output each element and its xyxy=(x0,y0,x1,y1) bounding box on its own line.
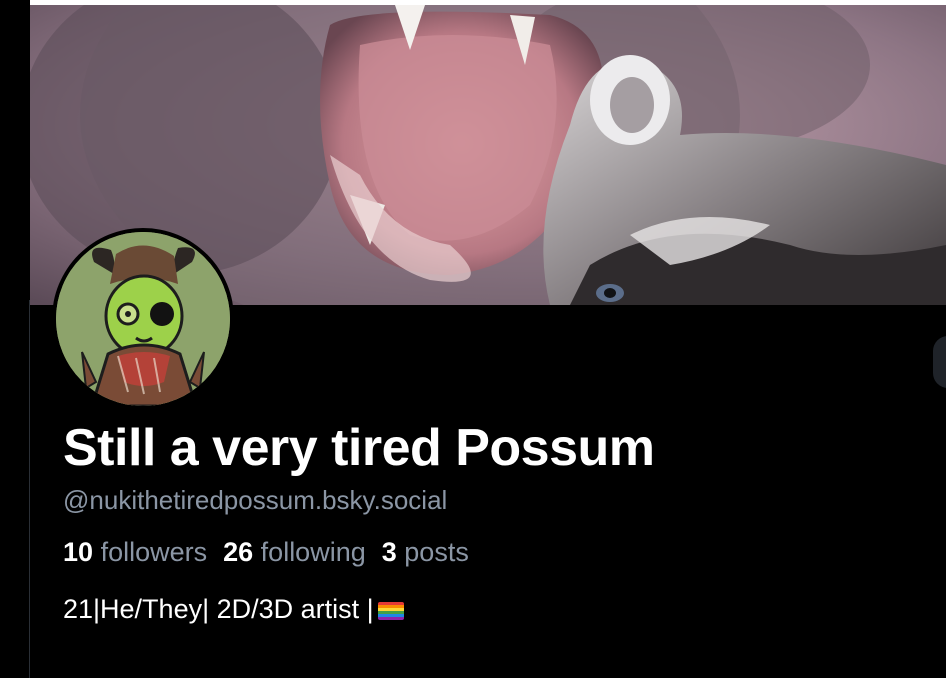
followers-count: 10 xyxy=(63,537,94,567)
posts-stat: 3 posts xyxy=(382,537,469,567)
rainbow-flag-icon xyxy=(377,602,404,620)
posts-label: posts xyxy=(404,537,469,567)
display-name: Still a very tired Possum xyxy=(63,419,655,477)
followers-label: followers xyxy=(100,537,208,567)
bio-text: 21|He/They| 2D/3D artist | xyxy=(63,594,374,624)
posts-count: 3 xyxy=(381,537,397,567)
following-label: following xyxy=(260,537,366,567)
following-count: 26 xyxy=(223,537,254,567)
following-link[interactable]: 26 following xyxy=(223,537,366,567)
followers-link[interactable]: 10 followers xyxy=(63,537,207,567)
left-edge xyxy=(0,0,30,678)
divider xyxy=(29,300,30,678)
profile-stats: 10 followers 26 following 3 posts xyxy=(63,537,469,568)
more-options-button[interactable] xyxy=(933,336,946,388)
profile-bio: 21|He/They| 2D/3D artist | xyxy=(63,594,404,625)
profile-handle[interactable]: @nukithetiredpossum.bsky.social xyxy=(63,485,447,516)
avatar[interactable] xyxy=(52,228,234,410)
avatar-image xyxy=(56,232,230,406)
profile-page: Still a very tired Possum @nukithetiredp… xyxy=(0,0,946,678)
